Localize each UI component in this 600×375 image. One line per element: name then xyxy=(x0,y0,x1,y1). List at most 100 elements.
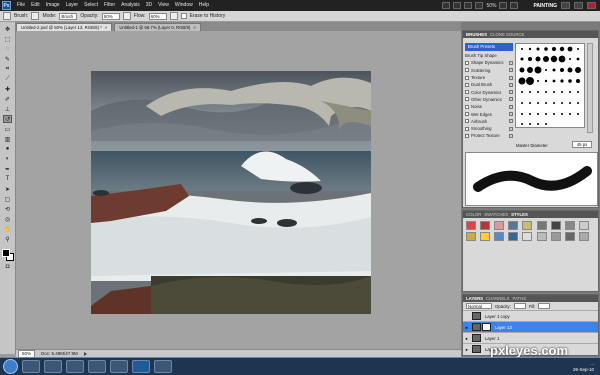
eyedropper-tool-icon[interactable]: ⟋ xyxy=(3,75,12,83)
bridge-icon[interactable] xyxy=(442,2,451,9)
photoshop-taskbar-icon[interactable] xyxy=(132,360,150,373)
workspace-switcher[interactable]: PAINTING xyxy=(533,3,557,9)
foreground-color-swatch[interactable] xyxy=(1,249,10,257)
style-swatch[interactable] xyxy=(550,221,561,230)
zoom-tool-icon[interactable]: ⚲ xyxy=(3,235,12,243)
style-swatch[interactable] xyxy=(508,232,519,241)
checkbox[interactable] xyxy=(465,104,469,109)
checkbox[interactable] xyxy=(465,133,469,138)
crop-tool-icon[interactable]: ⌗ xyxy=(3,65,12,73)
explorer-taskbar-icon[interactable] xyxy=(44,360,62,373)
tab-styles[interactable]: STYLES xyxy=(511,212,528,217)
checkbox[interactable] xyxy=(465,75,469,80)
tab-layers[interactable]: LAYERS xyxy=(466,296,483,301)
lock-icon[interactable] xyxy=(509,90,513,95)
style-swatch[interactable] xyxy=(536,232,547,241)
minimize-button[interactable] xyxy=(561,2,570,9)
style-swatch[interactable] xyxy=(550,232,561,241)
style-swatch[interactable] xyxy=(536,221,547,230)
brush-picker-icon[interactable] xyxy=(31,12,40,20)
lock-icon[interactable] xyxy=(509,133,513,138)
brush-grid-scrollbar[interactable] xyxy=(587,43,593,133)
style-swatch[interactable] xyxy=(564,232,575,241)
folder-taskbar-icon[interactable] xyxy=(154,360,172,373)
lasso-tool-icon[interactable]: ◌ xyxy=(3,45,12,53)
eye-icon[interactable]: ● xyxy=(463,347,470,352)
minibridge-icon[interactable] xyxy=(453,2,462,9)
layer-opacity-field[interactable] xyxy=(513,303,526,309)
quick-mask-icon[interactable]: ◘ xyxy=(3,263,12,271)
style-swatch[interactable] xyxy=(466,232,476,241)
brush-option[interactable]: Scattering xyxy=(465,67,513,74)
style-swatch[interactable] xyxy=(494,232,505,241)
tab-clone-source[interactable]: CLONE SOURCE xyxy=(490,32,524,37)
3d-camera-tool-icon[interactable]: ◎ xyxy=(3,215,12,223)
zoom-tool-icon[interactable] xyxy=(475,2,484,9)
menu-layer[interactable]: Layer xyxy=(63,0,82,11)
status-menu-arrow-icon[interactable] xyxy=(83,351,87,356)
menu-file[interactable]: File xyxy=(14,0,28,11)
lock-icon[interactable] xyxy=(509,104,513,109)
lock-icon[interactable] xyxy=(509,75,513,80)
flow-field[interactable]: 60% xyxy=(148,12,167,20)
shape-tool-icon[interactable]: ▢ xyxy=(3,195,12,203)
brush-option[interactable]: Brush Tip Shape xyxy=(465,52,513,59)
tab-color[interactable]: COLOR xyxy=(466,212,481,217)
path-select-tool-icon[interactable]: ➤ xyxy=(3,185,12,193)
brush-presets-button[interactable]: Brush Presets xyxy=(465,43,513,51)
master-diameter-field[interactable]: 45 px xyxy=(572,141,592,148)
lock-icon[interactable] xyxy=(509,68,513,73)
marquee-tool-icon[interactable]: ⬚ xyxy=(3,35,12,43)
brush-option[interactable]: Color Dynamics xyxy=(465,88,513,95)
tab-brushes[interactable]: BRUSHES xyxy=(466,32,487,37)
brush-tip-grid[interactable] xyxy=(515,43,585,128)
start-button[interactable] xyxy=(3,359,18,374)
brush-option[interactable]: Protect Texture xyxy=(465,132,513,139)
lock-icon[interactable] xyxy=(509,126,513,131)
color-swatches[interactable] xyxy=(1,249,14,261)
brush-option[interactable]: Texture xyxy=(465,74,513,81)
menu-edit[interactable]: Edit xyxy=(28,0,43,11)
layer-mask-thumbnail[interactable] xyxy=(482,323,491,331)
style-swatch[interactable] xyxy=(480,221,491,230)
layer-row[interactable]: Layer 1 copy xyxy=(463,310,598,321)
layer-row[interactable]: ● Layer 13 xyxy=(463,321,598,332)
style-swatch[interactable] xyxy=(494,221,505,230)
style-swatch[interactable] xyxy=(522,221,533,230)
style-swatch[interactable] xyxy=(564,221,575,230)
eye-icon[interactable]: ● xyxy=(463,325,470,330)
gradient-tool-icon[interactable]: ▥ xyxy=(3,135,12,143)
menu-view[interactable]: View xyxy=(155,0,172,11)
checkbox[interactable] xyxy=(465,119,469,124)
blend-mode-select[interactable]: Normal xyxy=(466,303,492,309)
brush-option[interactable]: Shape Dynamics xyxy=(465,59,513,66)
style-swatch[interactable] xyxy=(508,221,519,230)
clone-stamp-tool-icon[interactable]: ⊥ xyxy=(3,105,12,113)
tab-untitled-2[interactable]: Untitled-2.psd @ 50% (Layer 13, RGB/8) *… xyxy=(16,23,113,31)
mode-select[interactable]: Brush xyxy=(59,12,78,20)
brush-option[interactable]: Dual Brush xyxy=(465,81,513,88)
arrange-docs-icon[interactable] xyxy=(499,2,508,9)
brush-option[interactable]: Wet Edges xyxy=(465,110,513,117)
layer-row[interactable]: ● Layer 1 xyxy=(463,332,598,343)
layer-fill-field[interactable] xyxy=(538,303,551,309)
menu-image[interactable]: Image xyxy=(43,0,63,11)
lock-icon[interactable] xyxy=(509,97,513,102)
style-swatch[interactable] xyxy=(522,232,533,241)
healing-tool-icon[interactable]: ✚ xyxy=(3,85,12,93)
lock-icon[interactable] xyxy=(509,119,513,124)
brush-option[interactable]: Other Dynamics xyxy=(465,96,513,103)
hand-tool-icon[interactable]: ✋ xyxy=(3,225,12,233)
tab-swatches[interactable]: SWATCHES xyxy=(484,212,508,217)
airbrush-icon[interactable] xyxy=(169,12,178,20)
tab-untitled-1[interactable]: Untitled-1 @ 66.7% (Layer 0, RGB/8) × xyxy=(114,23,201,31)
brush-option[interactable]: Smoothing xyxy=(465,125,513,132)
style-swatch[interactable] xyxy=(466,221,476,230)
checkbox[interactable] xyxy=(465,68,469,73)
checkbox[interactable] xyxy=(465,126,469,131)
eraser-tool-icon[interactable]: ▭ xyxy=(3,125,12,133)
erase-history-checkbox[interactable] xyxy=(180,13,187,19)
menu-filter[interactable]: Filter xyxy=(101,0,118,11)
menu-3d[interactable]: 3D xyxy=(143,0,155,11)
opacity-field[interactable]: 50% xyxy=(101,12,120,20)
